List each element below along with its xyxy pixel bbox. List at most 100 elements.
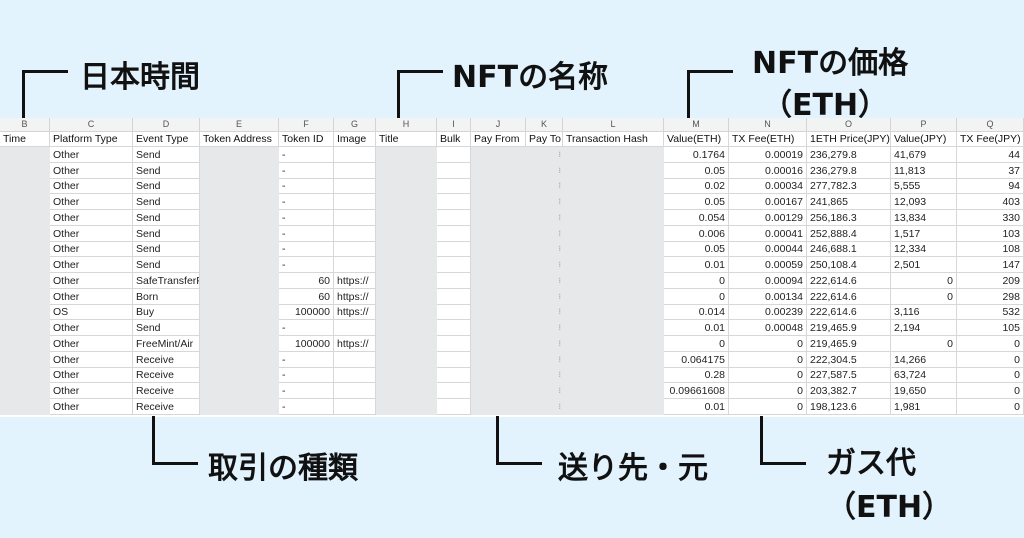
column-letter-p[interactable]: P [891, 118, 957, 131]
cell-platform-type[interactable]: Other [50, 272, 133, 289]
cell-token-id[interactable]: - [279, 383, 334, 399]
cell-bulk[interactable] [437, 272, 471, 289]
cell-event-type[interactable]: Send [133, 320, 200, 336]
cell-tx-fee-eth[interactable]: 0 [729, 367, 807, 384]
cell-value-eth[interactable]: 0.05 [664, 162, 729, 179]
cell-pay-from[interactable] [471, 257, 526, 273]
cell-tx-fee-jpy[interactable]: 403 [957, 194, 1024, 210]
cell-transaction-hash[interactable] [563, 241, 664, 258]
cell-time[interactable] [0, 241, 50, 258]
cell-value-eth[interactable]: 0.01 [664, 320, 729, 336]
cell-token-id[interactable]: - [279, 320, 334, 336]
cell-tx-fee-jpy[interactable]: 103 [957, 225, 1024, 242]
cell-token-id[interactable]: - [279, 367, 334, 384]
column-letter-l[interactable]: L [563, 118, 664, 131]
cell-event-type[interactable]: Send [133, 257, 200, 273]
cell-eth-price-jpy[interactable]: 236,279.8 [807, 162, 891, 179]
cell-token-address[interactable] [200, 272, 279, 289]
cell-tx-fee-eth[interactable]: 0.00016 [729, 162, 807, 179]
cell-platform-type[interactable]: OS [50, 304, 133, 321]
cell-token-address[interactable] [200, 241, 279, 258]
cell-token-address[interactable] [200, 304, 279, 321]
header-cell-value-jpy[interactable]: Value(JPY) [891, 131, 957, 147]
header-cell-token-id[interactable]: Token ID [279, 131, 334, 147]
cell-bulk[interactable] [437, 209, 471, 226]
cell-value-eth[interactable]: 0 [664, 272, 729, 289]
cell-time[interactable] [0, 351, 50, 368]
cell-token-id[interactable]: - [279, 257, 334, 273]
cell-tx-fee-eth[interactable]: 0 [729, 335, 807, 352]
cell-eth-price-jpy[interactable]: 236,279.8 [807, 146, 891, 163]
cell-token-id[interactable]: - [279, 241, 334, 258]
cell-tx-fee-jpy[interactable]: 0 [957, 335, 1024, 352]
cell-value-jpy[interactable]: 12,093 [891, 194, 957, 210]
cell-event-type[interactable]: Receive [133, 383, 200, 399]
cell-token-id[interactable]: 60 [279, 272, 334, 289]
cell-time[interactable] [0, 178, 50, 195]
column-letter-c[interactable]: C [50, 118, 133, 131]
cell-pay-from[interactable] [471, 320, 526, 336]
cell-pay-to[interactable]: ⁝ [526, 146, 563, 163]
cell-time[interactable] [0, 304, 50, 321]
cell-image[interactable] [334, 209, 376, 226]
cell-image[interactable] [334, 241, 376, 258]
header-cell-event-type[interactable]: Event Type [133, 131, 200, 147]
cell-value-jpy[interactable]: 1,981 [891, 398, 957, 415]
cell-title[interactable] [376, 162, 437, 179]
cell-event-type[interactable]: Send [133, 209, 200, 226]
cell-token-address[interactable] [200, 257, 279, 273]
cell-image[interactable] [334, 257, 376, 273]
cell-pay-from[interactable] [471, 209, 526, 226]
cell-value-jpy[interactable]: 41,679 [891, 146, 957, 163]
cell-time[interactable] [0, 272, 50, 289]
header-cell-bulk[interactable]: Bulk [437, 131, 471, 147]
cell-tx-fee-eth[interactable]: 0.00129 [729, 209, 807, 226]
cell-value-jpy[interactable]: 14,266 [891, 351, 957, 368]
cell-bulk[interactable] [437, 178, 471, 195]
cell-pay-to[interactable]: ⁝ [526, 320, 563, 336]
cell-event-type[interactable]: Send [133, 241, 200, 258]
cell-image[interactable] [334, 146, 376, 163]
cell-eth-price-jpy[interactable]: 256,186.3 [807, 209, 891, 226]
cell-tx-fee-eth[interactable]: 0.00019 [729, 146, 807, 163]
cell-platform-type[interactable]: Other [50, 288, 133, 305]
cell-value-jpy[interactable]: 13,834 [891, 209, 957, 226]
cell-value-eth[interactable]: 0.02 [664, 178, 729, 195]
cell-pay-from[interactable] [471, 162, 526, 179]
cell-event-type[interactable]: SafeTransferF [133, 272, 200, 289]
cell-transaction-hash[interactable] [563, 257, 664, 273]
cell-transaction-hash[interactable] [563, 367, 664, 384]
cell-eth-price-jpy[interactable]: 241,865 [807, 194, 891, 210]
cell-eth-price-jpy[interactable]: 250,108.4 [807, 257, 891, 273]
cell-event-type[interactable]: Send [133, 146, 200, 163]
cell-tx-fee-eth[interactable]: 0 [729, 383, 807, 399]
cell-tx-fee-jpy[interactable]: 532 [957, 304, 1024, 321]
cell-token-address[interactable] [200, 194, 279, 210]
cell-token-id[interactable]: - [279, 398, 334, 415]
cell-tx-fee-jpy[interactable]: 44 [957, 146, 1024, 163]
cell-transaction-hash[interactable] [563, 383, 664, 399]
cell-value-jpy[interactable]: 63,724 [891, 367, 957, 384]
cell-title[interactable] [376, 272, 437, 289]
cell-bulk[interactable] [437, 304, 471, 321]
cell-value-jpy[interactable]: 1,517 [891, 225, 957, 242]
cell-title[interactable] [376, 335, 437, 352]
cell-value-eth[interactable]: 0 [664, 335, 729, 352]
cell-image[interactable] [334, 162, 376, 179]
cell-pay-to[interactable]: ⁝ [526, 398, 563, 415]
cell-token-address[interactable] [200, 178, 279, 195]
cell-value-eth[interactable]: 0.064175 [664, 351, 729, 368]
cell-pay-from[interactable] [471, 335, 526, 352]
cell-event-type[interactable]: Send [133, 225, 200, 242]
cell-eth-price-jpy[interactable]: 227,587.5 [807, 367, 891, 384]
cell-tx-fee-eth[interactable]: 0.00048 [729, 320, 807, 336]
cell-token-address[interactable] [200, 288, 279, 305]
cell-title[interactable] [376, 194, 437, 210]
cell-tx-fee-eth[interactable]: 0.00134 [729, 288, 807, 305]
cell-platform-type[interactable]: Other [50, 209, 133, 226]
cell-value-jpy[interactable]: 0 [891, 335, 957, 352]
cell-transaction-hash[interactable] [563, 272, 664, 289]
cell-title[interactable] [376, 304, 437, 321]
column-letter-m[interactable]: M [664, 118, 729, 131]
cell-tx-fee-eth[interactable]: 0.00044 [729, 241, 807, 258]
